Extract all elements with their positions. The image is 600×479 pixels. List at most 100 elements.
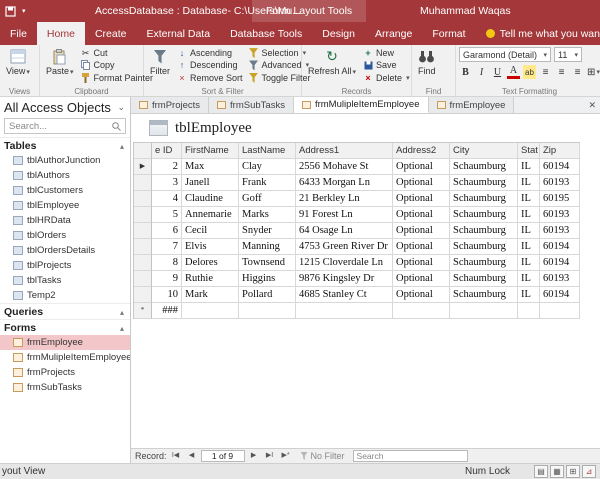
sidebar-item-tblEmployee[interactable]: tblEmployee — [0, 198, 130, 213]
cell-Address2[interactable]: Optional — [393, 207, 450, 223]
ribbon-tab-database-tools[interactable]: Database Tools — [220, 22, 312, 45]
cell-Address1[interactable]: 4685 Stanley Ct — [296, 287, 393, 303]
cell-LastName[interactable]: Clay — [239, 159, 296, 175]
last-record-icon[interactable]: ▶I — [263, 450, 277, 462]
find-button[interactable]: Find — [415, 47, 439, 84]
sidebar-item-Temp2[interactable]: Temp2 — [0, 288, 130, 303]
save-icon[interactable] — [5, 6, 16, 17]
italic-button[interactable]: I — [475, 65, 488, 79]
cell-Stat[interactable]: IL — [518, 191, 540, 207]
sidebar-item-tblAuthors[interactable]: tblAuthors — [0, 168, 130, 183]
cell-City[interactable]: Schaumburg — [450, 223, 518, 239]
document-tab-frmProjects[interactable]: frmProjects — [131, 97, 209, 113]
cell-LastName[interactable]: Goff — [239, 191, 296, 207]
cell-e-ID[interactable]: 6 — [152, 223, 182, 239]
highlight-button[interactable]: ab — [523, 65, 536, 79]
collapse-icon[interactable]: ▴ — [120, 142, 124, 151]
sidebar-item-tblTasks[interactable]: tblTasks — [0, 273, 130, 288]
save-record-button[interactable]: Save — [361, 59, 412, 71]
column-header-Stat[interactable]: Stat — [518, 143, 540, 159]
cell-Stat[interactable]: IL — [518, 271, 540, 287]
cell-FirstName[interactable]: Cecil — [182, 223, 239, 239]
qat-dropdown-icon[interactable]: ▾ — [22, 7, 26, 15]
paste-button[interactable]: Paste▾ — [43, 47, 77, 84]
column-header-LastName[interactable]: LastName — [239, 143, 296, 159]
sidebar-section-tables[interactable]: Tables▴ — [0, 137, 130, 153]
sidebar-item-frmProjects[interactable]: frmProjects — [0, 365, 130, 380]
sidebar-item-tblOrders[interactable]: tblOrders — [0, 228, 130, 243]
cell-City[interactable]: Schaumburg — [450, 271, 518, 287]
cell-e-ID[interactable]: 10 — [152, 287, 182, 303]
font-size-select[interactable]: 11▾ — [554, 47, 582, 62]
cell-e-ID[interactable]: 9 — [152, 271, 182, 287]
row-selector[interactable] — [134, 271, 152, 287]
cell-Zip[interactable]: 60193 — [540, 271, 580, 287]
cell-Address2[interactable]: Optional — [393, 175, 450, 191]
descending-button[interactable]: ↑ Descending — [175, 59, 245, 71]
collapse-icon[interactable]: ▴ — [120, 324, 124, 333]
cell-Address1[interactable]: 1215 Cloverdale Ln — [296, 255, 393, 271]
cell-FirstName[interactable]: Delores — [182, 255, 239, 271]
sidebar-item-tblHRData[interactable]: tblHRData — [0, 213, 130, 228]
refresh-all-button[interactable]: ↻ Refresh All▾ — [305, 47, 359, 84]
font-color-button[interactable]: A — [507, 65, 520, 79]
layout-view-button[interactable]: ⊞ — [566, 465, 580, 478]
ribbon-tab-file[interactable]: File — [0, 22, 37, 45]
nav-search-input[interactable]: Search... — [4, 118, 126, 134]
ribbon-tab-create[interactable]: Create — [85, 22, 137, 45]
underline-button[interactable]: U — [491, 65, 504, 79]
new-record-button[interactable]: + New — [361, 47, 412, 59]
cell-City[interactable]: Schaumburg — [450, 287, 518, 303]
cell-FirstName[interactable]: Annemarie — [182, 207, 239, 223]
new-row-cell[interactable]: ### — [152, 303, 182, 319]
cell-Stat[interactable]: IL — [518, 159, 540, 175]
document-tab-frmEmployee[interactable]: frmEmployee — [429, 97, 515, 113]
cell-Stat[interactable]: IL — [518, 207, 540, 223]
row-selector[interactable]: ▶ — [134, 159, 152, 175]
cell-e-ID[interactable]: 4 — [152, 191, 182, 207]
sidebar-item-tblProjects[interactable]: tblProjects — [0, 258, 130, 273]
cell-City[interactable]: Schaumburg — [450, 191, 518, 207]
filter-indicator[interactable]: No Filter — [301, 451, 345, 461]
ribbon-tab-arrange[interactable]: Arrange — [365, 22, 422, 45]
new-blank-record-icon[interactable]: ▶* — [279, 450, 293, 462]
cell-Address1[interactable]: 6433 Morgan Ln — [296, 175, 393, 191]
next-record-icon[interactable]: ▶ — [247, 450, 261, 462]
sidebar-section-queries[interactable]: Queries▴ — [0, 303, 130, 319]
new-row-selector[interactable]: * — [134, 303, 152, 319]
sidebar-item-tblOrdersDetails[interactable]: tblOrdersDetails — [0, 243, 130, 258]
cell-City[interactable]: Schaumburg — [450, 239, 518, 255]
cell-Address2[interactable]: Optional — [393, 159, 450, 175]
cell-LastName[interactable]: Higgins — [239, 271, 296, 287]
sidebar-item-frmSubTasks[interactable]: frmSubTasks — [0, 380, 130, 395]
cell-Address1[interactable]: 64 Osage Ln — [296, 223, 393, 239]
cell-Zip[interactable]: 60194 — [540, 255, 580, 271]
first-record-icon[interactable]: I◀ — [169, 450, 183, 462]
cell-e-ID[interactable]: 2 — [152, 159, 182, 175]
sidebar-item-frmMulipleItemEmployee[interactable]: frmMulipleItemEmployee — [0, 350, 130, 365]
cell-Address1[interactable]: 2556 Mohave St — [296, 159, 393, 175]
sidebar-item-tblCustomers[interactable]: tblCustomers — [0, 183, 130, 198]
cell-FirstName[interactable]: Ruthie — [182, 271, 239, 287]
bold-button[interactable]: B — [459, 65, 472, 79]
ribbon-tab-design[interactable]: Design — [312, 22, 365, 45]
new-row-cell[interactable] — [540, 303, 580, 319]
row-selector[interactable] — [134, 255, 152, 271]
cell-Stat[interactable]: IL — [518, 175, 540, 191]
cell-FirstName[interactable]: Janell — [182, 175, 239, 191]
document-tab-frmMulipleItemEmployee[interactable]: frmMulipleItemEmployee — [294, 97, 429, 113]
cell-Address2[interactable]: Optional — [393, 271, 450, 287]
design-view-button[interactable]: ⊿ — [582, 465, 596, 478]
new-row-cell[interactable] — [296, 303, 393, 319]
view-button[interactable]: View▾ — [3, 47, 33, 84]
account-user-name[interactable]: Muhammad Waqas — [420, 0, 511, 22]
cell-Zip[interactable]: 60194 — [540, 287, 580, 303]
cell-City[interactable]: Schaumburg — [450, 207, 518, 223]
cell-Zip[interactable]: 60195 — [540, 191, 580, 207]
column-header-City[interactable]: City — [450, 143, 518, 159]
previous-record-icon[interactable]: ◀ — [185, 450, 199, 462]
cell-LastName[interactable]: Townsend — [239, 255, 296, 271]
cell-Address1[interactable]: 9876 Kingsley Dr — [296, 271, 393, 287]
sidebar-item-tblAuthorJunction[interactable]: tblAuthorJunction — [0, 153, 130, 168]
filter-button[interactable]: Filter — [147, 47, 173, 84]
